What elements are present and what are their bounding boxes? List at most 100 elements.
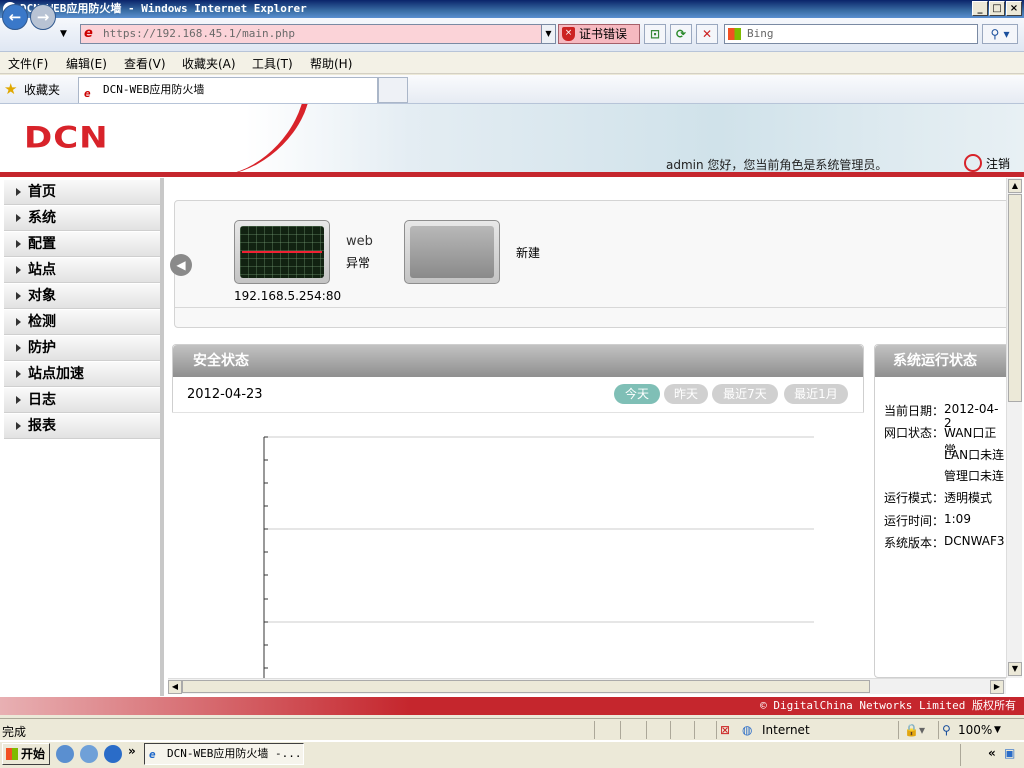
sidebar-item-logs[interactable]: 日志 bbox=[4, 388, 160, 413]
ie-quicklaunch-icon[interactable] bbox=[56, 745, 74, 763]
close-window-button[interactable]: × bbox=[1006, 1, 1022, 16]
filter-today-button[interactable]: 今天 bbox=[614, 384, 660, 404]
bing-logo-icon bbox=[728, 28, 741, 40]
quicklaunch-more-icon[interactable]: » bbox=[128, 744, 136, 758]
refresh-icon[interactable]: ⟳ bbox=[670, 24, 692, 44]
server-manager-icon[interactable] bbox=[80, 745, 98, 763]
sidebar-item-label: 首页 bbox=[28, 184, 56, 200]
page-favicon-icon: e bbox=[84, 26, 93, 41]
taskbar-window-button[interactable]: e DCN-WEB应用防火墙 -... bbox=[144, 743, 304, 765]
powershell-icon[interactable] bbox=[104, 745, 122, 763]
caret-right-icon bbox=[16, 292, 21, 300]
device-status: 异常 bbox=[346, 256, 371, 270]
stop-icon[interactable]: ✕ bbox=[696, 24, 718, 44]
vertical-scroll-thumb[interactable] bbox=[1008, 194, 1022, 402]
horizontal-scrollbar[interactable]: ◀ ▶ bbox=[168, 678, 1006, 694]
menu-tools[interactable]: 工具(T) bbox=[252, 55, 293, 72]
caret-right-icon bbox=[16, 318, 21, 326]
value-mgmt-status: 管理口未连 bbox=[944, 469, 1005, 483]
back-button[interactable]: ← bbox=[2, 4, 28, 30]
sidebar-item-protection[interactable]: 防护 bbox=[4, 336, 160, 361]
sidebar-item-label: 检测 bbox=[28, 314, 56, 330]
forward-button[interactable]: → bbox=[30, 4, 56, 30]
filter-7days-button[interactable]: 最近7天 bbox=[712, 384, 778, 404]
sidebar-item-reports[interactable]: 报表 bbox=[4, 414, 160, 439]
caret-right-icon bbox=[16, 214, 21, 222]
key-icon[interactable] bbox=[964, 154, 982, 172]
menu-view[interactable]: 查看(V) bbox=[124, 55, 166, 72]
sidebar-item-acceleration[interactable]: 站点加速 bbox=[4, 362, 160, 387]
label-run-mode: 运行模式： bbox=[884, 491, 945, 505]
scroll-left-icon[interactable]: ◀ bbox=[168, 680, 182, 694]
vertical-scrollbar[interactable]: ▲ ▼ bbox=[1006, 178, 1022, 678]
caret-right-icon bbox=[16, 396, 21, 404]
start-label: 开始 bbox=[21, 747, 46, 761]
network-tray-icon[interactable]: ▣ bbox=[1004, 746, 1015, 760]
device-web-monitor[interactable] bbox=[234, 220, 330, 284]
new-device-monitor[interactable] bbox=[404, 220, 500, 284]
sidebar-item-detection[interactable]: 检测 bbox=[4, 310, 160, 335]
value-run-mode: 透明模式 bbox=[944, 491, 993, 505]
zoom-level[interactable]: 100% bbox=[958, 723, 992, 737]
filter-yesterday-button[interactable]: 昨天 bbox=[664, 384, 708, 404]
menu-help[interactable]: 帮助(H) bbox=[310, 55, 352, 72]
search-placeholder: Bing bbox=[747, 27, 774, 40]
sidebar-item-system[interactable]: 系统 bbox=[4, 206, 160, 231]
label-port-status: 网口状态： bbox=[884, 426, 945, 440]
menu-file[interactable]: 文件(F) bbox=[8, 55, 48, 72]
certificate-error-button[interactable]: × 证书错误 bbox=[558, 24, 640, 44]
browser-tab[interactable]: e DCN-WEB应用防火墙 bbox=[78, 77, 378, 103]
zone-label: Internet bbox=[762, 723, 810, 737]
sidebar-item-objects[interactable]: 对象 bbox=[4, 284, 160, 309]
ie-task-icon: e bbox=[149, 748, 156, 761]
start-button[interactable]: 开始 bbox=[2, 743, 50, 765]
sidebar-item-label: 报表 bbox=[28, 418, 56, 434]
value-uptime: 1:09 bbox=[944, 512, 971, 526]
dcn-logo: DCN bbox=[24, 121, 109, 155]
taskbar-window-title: DCN-WEB应用防火墙 -... bbox=[167, 747, 302, 760]
menu-bar: 文件(F) 编辑(E) 查看(V) 收藏夹(A) 工具(T) 帮助(H) bbox=[0, 52, 1024, 74]
zoom-dropdown-icon[interactable]: ▼ bbox=[994, 725, 1001, 735]
address-text: https://192.168.45.1/main.php bbox=[103, 27, 296, 40]
security-date: 2012-04-23 bbox=[187, 387, 263, 402]
protected-mode-icon[interactable]: 🔒▾ bbox=[904, 723, 925, 737]
history-dropdown-icon[interactable]: ▼ bbox=[60, 29, 67, 39]
sidebar-item-sites[interactable]: 站点 bbox=[4, 258, 160, 283]
previous-arrow-icon[interactable]: ◀ bbox=[170, 254, 192, 276]
search-icon[interactable]: ⚲ ▾ bbox=[982, 24, 1018, 44]
copyright-footer: © DigitalChina Networks Limited 版权所有 bbox=[0, 697, 1024, 715]
new-tab-button[interactable] bbox=[378, 77, 408, 103]
logout-link[interactable]: 注销 bbox=[986, 155, 1010, 172]
device-name: web bbox=[346, 234, 373, 249]
blocked-icon: ⊠ bbox=[720, 723, 731, 737]
security-status-title: 安全状态 bbox=[173, 345, 863, 377]
address-dropdown-icon[interactable]: ▼ bbox=[541, 25, 555, 43]
menu-favorites[interactable]: 收藏夹(A) bbox=[182, 55, 236, 72]
zoom-icon[interactable]: ⚲ bbox=[942, 723, 951, 737]
scroll-up-icon[interactable]: ▲ bbox=[1008, 179, 1022, 193]
filter-1month-button[interactable]: 最近1月 bbox=[784, 384, 848, 404]
status-bar: 完成 ⊠ ◍ Internet 🔒▾ ⚲ 100% ▼ bbox=[0, 718, 1024, 740]
menu-edit[interactable]: 编辑(E) bbox=[66, 55, 107, 72]
device-address: 192.168.5.254:80 bbox=[234, 289, 342, 303]
show-tray-icon[interactable]: « bbox=[988, 746, 996, 760]
tab-favicon-icon: e bbox=[84, 87, 91, 100]
horizontal-scroll-thumb[interactable] bbox=[182, 680, 870, 693]
scroll-right-icon[interactable]: ▶ bbox=[990, 680, 1004, 694]
compatibility-view-button[interactable]: ⊡ bbox=[644, 24, 666, 44]
caret-right-icon bbox=[16, 370, 21, 378]
security-chart bbox=[172, 412, 864, 679]
maximize-button[interactable]: □ bbox=[989, 1, 1005, 16]
sidebar: 首页 系统 配置 站点 对象 检测 防护 站点加速 日志 报表 bbox=[2, 178, 164, 696]
label-uptime: 运行时间： bbox=[884, 514, 945, 528]
favorites-button[interactable]: 收藏夹 bbox=[24, 81, 60, 98]
value-lan-status: LAN口未连 bbox=[944, 448, 1005, 462]
search-input[interactable]: Bing bbox=[724, 24, 978, 44]
minimize-button[interactable]: _ bbox=[972, 1, 988, 16]
sidebar-item-home[interactable]: 首页 bbox=[4, 180, 160, 205]
scroll-down-icon[interactable]: ▼ bbox=[1008, 662, 1022, 676]
address-bar[interactable]: e https://192.168.45.1/main.php ▼ bbox=[80, 24, 556, 44]
sidebar-item-config[interactable]: 配置 bbox=[4, 232, 160, 257]
new-device-label[interactable]: 新建 bbox=[516, 244, 540, 261]
caret-right-icon bbox=[16, 422, 21, 430]
